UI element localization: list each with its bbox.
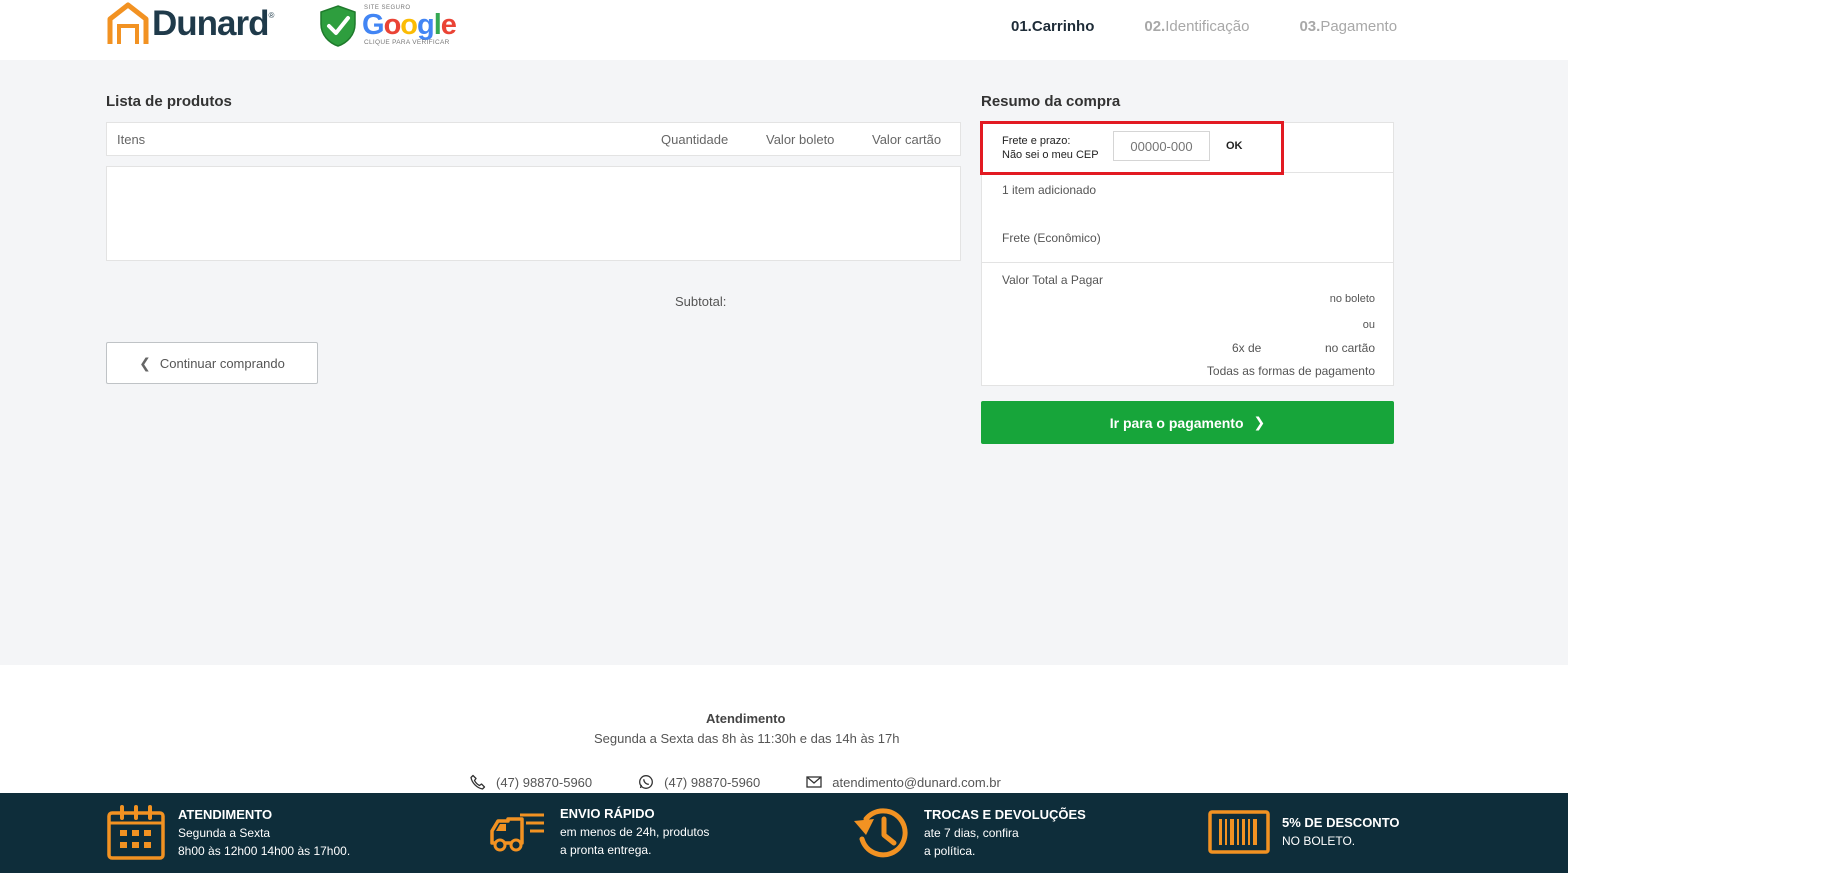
go-to-payment-button[interactable]: Ir para o pagamento ❯ (981, 401, 1394, 444)
contact-list: (47) 98870-5960 (47) 98870-5960 atendime… (470, 774, 1047, 790)
feature-text: ATENDIMENTO Segunda a Sexta 8h00 às 12h0… (178, 806, 350, 860)
feature-line: a política. (924, 844, 976, 858)
boleto-note: no boleto (1329, 293, 1375, 305)
dunard-logo[interactable]: Dunard ® (106, 2, 274, 46)
badge-bottom-text: CLIQUE PARA VERIFICAR (364, 39, 450, 47)
continue-shopping-label: Continuar comprando (159, 355, 285, 371)
shipping-row: Frete e prazo: Não sei o meu CEP OK (980, 121, 1393, 175)
summary-title: Resumo da compra (981, 93, 1121, 110)
items-added-text: 1 item adicionado (1002, 183, 1097, 197)
chevron-right-icon: ❯ (1253, 414, 1266, 430)
history-clock-icon (854, 808, 908, 858)
step-label: Pagamento (1320, 18, 1398, 35)
phone-icon (470, 774, 486, 790)
feature-title: ATENDIMENTO (178, 807, 273, 822)
step-label: Identificação (1165, 18, 1250, 35)
col-card: Valor cartão (872, 132, 942, 147)
product-table-body (106, 166, 961, 261)
attendance-hours: Segunda a Sexta das 8h às 11:30h e das 1… (594, 731, 900, 746)
shipping-highlight-box (980, 121, 1284, 175)
feature-returns: TROCAS E DEVOLUÇÕES ate 7 dias, confira … (852, 805, 1086, 861)
badge-text: SITE SEGURO Google CLIQUE PARA VERIFICAR (362, 5, 457, 47)
email-contact[interactable]: atendimento@dunard.com.br (806, 774, 1001, 790)
email-address: atendimento@dunard.com.br (832, 774, 1001, 790)
summary-items-row: 1 item adicionado Frete (Econômico) (982, 173, 1393, 263)
installments-text: 6x de (1232, 341, 1262, 355)
chevron-left-icon: ❮ (139, 354, 151, 371)
product-list-title: Lista de produtos (106, 93, 232, 110)
feature-title: ENVIO RÁPIDO (560, 806, 655, 821)
checkout-page: Dunard ® SITE SEGURO Google CLIQUE PARA … (0, 0, 1836, 873)
whatsapp-contact[interactable]: (47) 98870-5960 (638, 774, 760, 790)
feature-title: TROCAS E DEVOLUÇÕES (924, 807, 1086, 822)
continue-shopping-button[interactable]: ❮ Continuar comprando (106, 342, 318, 384)
attendance-title: Atendimento (706, 711, 786, 726)
google-safe-site-badge[interactable]: SITE SEGURO Google CLIQUE PARA VERIFICAR (318, 4, 457, 48)
feature-line: ate 7 dias, confira (924, 826, 1019, 840)
product-table-header: Itens Quantidade Valor boleto Valor cart… (106, 122, 961, 156)
step-cart[interactable]: 01.Carrinho (1011, 18, 1094, 35)
feature-line: a pronta entrega. (560, 843, 652, 857)
whatsapp-icon (639, 775, 654, 789)
phone-number: (47) 98870-5960 (496, 774, 593, 790)
purchase-summary: Frete e prazo: Não sei o meu CEP OK 1 it… (980, 121, 1394, 386)
feature-title: 5% DE DESCONTO (1282, 815, 1400, 830)
feature-line: Segunda a Sexta (178, 826, 271, 840)
col-quantity: Quantidade (661, 132, 729, 147)
feature-discount: 5% DE DESCONTO NO BOLETO. (1208, 810, 1400, 854)
feature-text: TROCAS E DEVOLUÇÕES ate 7 dias, confira … (924, 806, 1086, 860)
cart-main: Lista de produtos Itens Quantidade Valor… (0, 60, 1568, 665)
total-label: Valor Total a Pagar (1002, 273, 1103, 287)
feature-attendance: ATENDIMENTO Segunda a Sexta 8h00 às 12h0… (106, 805, 350, 861)
logo-text: Dunard (152, 4, 269, 43)
step-identification[interactable]: 02.Identificação (1144, 18, 1249, 35)
phone-contact[interactable]: (47) 98870-5960 (470, 774, 592, 790)
checkout-steps: 01.Carrinho 02.Identificação 03.Pagament… (1011, 18, 1447, 35)
house-logo-icon (107, 2, 149, 44)
feature-text: 5% DE DESCONTO NO BOLETO. (1282, 814, 1400, 850)
shipping-type-text: Frete (Econômico) (1002, 231, 1101, 245)
barcode-icon (1208, 810, 1270, 854)
step-label: Carrinho (1031, 18, 1095, 35)
feature-line: em menos de 24h, produtos (560, 825, 710, 839)
mail-icon (806, 776, 822, 788)
card-note: no cartão (1324, 341, 1375, 355)
step-payment[interactable]: 03.Pagamento (1299, 18, 1397, 35)
whatsapp-number: (47) 98870-5960 (664, 774, 761, 790)
step-number: 02. (1144, 18, 1166, 35)
feature-text: ENVIO RÁPIDO em menos de 24h, produtos a… (560, 805, 709, 859)
header: Dunard ® SITE SEGURO Google CLIQUE PARA … (0, 0, 1568, 60)
calendar-icon (107, 805, 165, 860)
feature-fast-shipping: ENVIO RÁPIDO em menos de 24h, produtos a… (488, 805, 709, 859)
shield-check-icon (320, 5, 356, 47)
delivery-truck-icon (490, 813, 544, 852)
summary-total-row: Valor Total a Pagar no boleto ou 6x de n… (982, 263, 1393, 385)
feature-line: NO BOLETO. (1282, 834, 1356, 848)
col-boleto: Valor boleto (766, 132, 835, 147)
or-text: ou (1362, 319, 1375, 331)
step-number: 03. (1299, 18, 1321, 35)
badge-google-word: Google (362, 9, 457, 42)
subtotal-label: Subtotal: (675, 294, 727, 309)
logo-registered-mark: ® (268, 10, 275, 20)
feature-line: 8h00 às 12h00 14h00 às 17h00. (178, 844, 351, 858)
step-number: 01. (1011, 18, 1032, 35)
feature-bar: ATENDIMENTO Segunda a Sexta 8h00 às 12h0… (0, 793, 1568, 873)
col-items: Itens (117, 132, 146, 147)
all-payment-methods-link[interactable]: Todas as formas de pagamento (1207, 364, 1375, 378)
go-to-payment-label: Ir para o pagamento (1109, 414, 1244, 431)
